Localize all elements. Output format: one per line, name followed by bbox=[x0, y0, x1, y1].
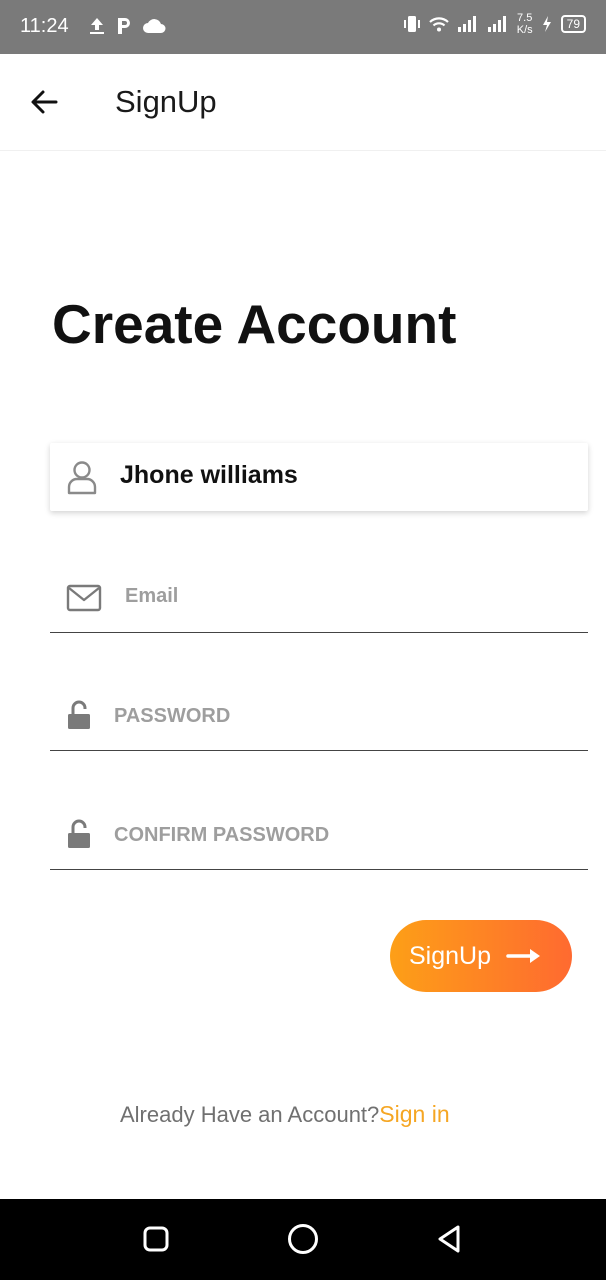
triangle-back-icon[interactable] bbox=[432, 1221, 468, 1257]
create-account-heading: Create Account bbox=[52, 293, 457, 355]
signal-icon bbox=[487, 16, 506, 32]
battery-indicator: 79 bbox=[560, 15, 586, 33]
signup-button[interactable]: SignUp bbox=[390, 920, 572, 992]
navigation-bar bbox=[0, 1199, 606, 1280]
page-title: SignUp bbox=[115, 84, 217, 119]
lock-open-icon bbox=[68, 700, 90, 729]
mail-icon bbox=[66, 584, 102, 612]
confirm-password-placeholder: CONFIRM PASSWORD bbox=[114, 824, 330, 846]
signal-icon bbox=[457, 16, 476, 32]
square-icon[interactable] bbox=[138, 1221, 174, 1257]
app-bar: SignUp bbox=[0, 54, 606, 151]
status-time: 11:24 bbox=[20, 15, 69, 37]
signin-prompt-text: Already Have an Account? bbox=[120, 1102, 380, 1127]
name-field[interactable]: Jhone williams bbox=[50, 443, 588, 511]
signin-link[interactable]: Sign in bbox=[379, 1101, 449, 1127]
circle-icon[interactable] bbox=[285, 1221, 321, 1257]
charging-icon bbox=[542, 16, 551, 32]
status-left-icons bbox=[88, 16, 166, 36]
cloud-icon bbox=[143, 19, 166, 33]
password-field[interactable]: PASSWORD bbox=[50, 680, 588, 751]
email-placeholder: Email bbox=[125, 585, 179, 607]
signin-prompt: Already Have an Account?Sign in bbox=[120, 1101, 450, 1128]
arrow-left-icon[interactable] bbox=[26, 84, 62, 120]
lock-open-icon bbox=[68, 819, 90, 848]
net-speed: 7.5 K/s bbox=[516, 12, 533, 36]
user-icon bbox=[67, 461, 97, 495]
signup-button-label: SignUp bbox=[409, 942, 491, 970]
email-field[interactable]: Email bbox=[50, 562, 588, 633]
arrow-right-icon bbox=[506, 949, 540, 963]
confirm-password-field[interactable]: CONFIRM PASSWORD bbox=[50, 799, 588, 870]
wifi-icon bbox=[428, 17, 449, 32]
upload-icon bbox=[90, 18, 104, 34]
status-right-icons: 7.5 K/s 79 bbox=[403, 12, 586, 36]
p-icon bbox=[118, 18, 130, 34]
status-bar: 11:24 7.5 K/s 79 bbox=[0, 0, 606, 54]
name-value: Jhone williams bbox=[120, 461, 298, 489]
password-placeholder: PASSWORD bbox=[114, 705, 231, 727]
vibrate-icon bbox=[403, 16, 420, 32]
